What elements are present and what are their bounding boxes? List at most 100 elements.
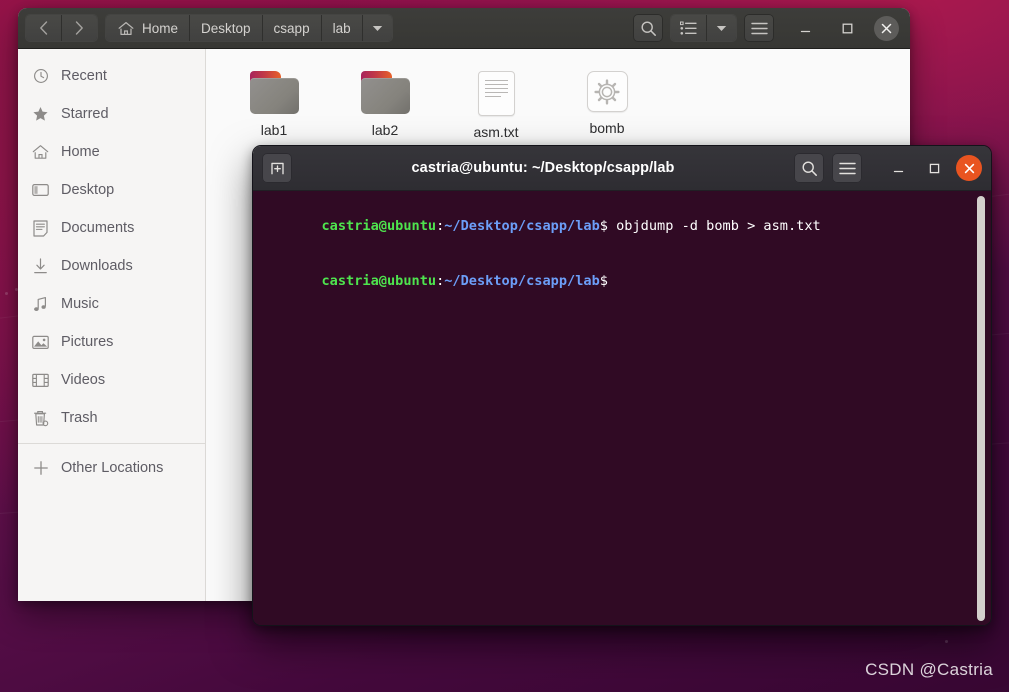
- folder-icon: [360, 71, 410, 114]
- sidebar-item-label: Pictures: [61, 334, 114, 350]
- sidebar-item-label: Desktop: [61, 182, 115, 198]
- terminal-window: castria@ubuntu: ~/Desktop/csapp/lab cast…: [252, 145, 992, 626]
- sidebar-item-label: Trash: [61, 410, 98, 426]
- chevron-down-icon: [372, 25, 382, 31]
- sidebar-item-trash[interactable]: Trash: [18, 399, 205, 437]
- new-tab-icon: [270, 162, 284, 174]
- file-label: lab2: [371, 122, 399, 138]
- sidebar-separator: [18, 443, 205, 444]
- breadcrumb-label: Desktop: [201, 20, 251, 36]
- sidebar-item-documents[interactable]: Documents: [18, 209, 205, 247]
- music-note-icon: [32, 296, 49, 313]
- terminal-user-host: castria@ubuntu: [321, 217, 437, 234]
- terminal-prompt: $: [599, 217, 608, 234]
- wallpaper-dot: [945, 640, 948, 643]
- close-button[interactable]: [874, 15, 899, 41]
- sidebar-item-label: Other Locations: [61, 460, 164, 476]
- terminal-line: castria@ubuntu:~/Desktop/csapp/lab$: [256, 254, 991, 310]
- file-label: lab1: [260, 122, 288, 138]
- sidebar-item-label: Recent: [61, 68, 107, 84]
- breadcrumb-item-lab[interactable]: lab: [321, 15, 363, 41]
- list-view-icon: [680, 21, 697, 35]
- sidebar-item-other-locations[interactable]: Other Locations: [18, 449, 205, 487]
- breadcrumb-label: Home: [142, 20, 179, 36]
- home-icon: [118, 21, 134, 35]
- breadcrumb-item-desktop[interactable]: Desktop: [190, 15, 263, 41]
- sidebar-item-label: Videos: [61, 372, 106, 388]
- sidebar-item-videos[interactable]: Videos: [18, 361, 205, 399]
- terminal-menu-button[interactable]: [832, 153, 862, 183]
- chevron-right-icon: [75, 21, 83, 35]
- document-icon: [32, 219, 49, 237]
- terminal-header: castria@ubuntu: ~/Desktop/csapp/lab: [253, 146, 991, 191]
- watermark: CSDN @Castria: [865, 660, 993, 679]
- main-menu-button[interactable]: [744, 14, 774, 42]
- file-label: bomb: [589, 120, 625, 136]
- sidebar-item-label: Starred: [61, 106, 109, 122]
- breadcrumb-item-csapp[interactable]: csapp: [262, 15, 322, 41]
- terminal-command: objdump -d bomb > asm.txt: [607, 217, 821, 234]
- file-label: asm.txt: [473, 124, 519, 140]
- terminal-prompt: $: [599, 273, 608, 290]
- sidebar-item-home[interactable]: Home: [18, 133, 205, 171]
- executable-gear-icon: [586, 71, 628, 112]
- sidebar-item-starred[interactable]: Starred: [18, 95, 205, 133]
- wallpaper-dot: [5, 292, 8, 295]
- clock-icon: [32, 68, 49, 85]
- forward-button[interactable]: [62, 15, 97, 41]
- navigation-buttons: [25, 14, 98, 42]
- hamburger-menu-icon: [750, 22, 768, 34]
- maximize-button[interactable]: [832, 14, 862, 42]
- home-icon: [32, 144, 49, 161]
- file-item-lab2[interactable]: lab2: [339, 65, 431, 138]
- plus-icon: [32, 460, 49, 477]
- search-icon: [640, 20, 656, 36]
- terminal-minimize-button[interactable]: [884, 154, 912, 182]
- star-icon: [32, 106, 49, 123]
- sidebar-item-recent[interactable]: Recent: [18, 57, 205, 95]
- minimize-icon: [800, 30, 810, 32]
- sidebar-item-downloads[interactable]: Downloads: [18, 247, 205, 285]
- search-button[interactable]: [633, 14, 663, 42]
- sidebar-item-music[interactable]: Music: [18, 285, 205, 323]
- sidebar-item-label: Downloads: [61, 258, 133, 274]
- breadcrumb-dropdown-button[interactable]: [362, 15, 392, 41]
- search-icon: [801, 160, 817, 176]
- sidebar-item-pictures[interactable]: Pictures: [18, 323, 205, 361]
- terminal-path: ~/Desktop/csapp/lab: [444, 273, 600, 290]
- film-icon: [32, 372, 49, 389]
- desktop-icon: [32, 182, 49, 199]
- folder-icon: [249, 71, 299, 114]
- chevron-left-icon: [40, 21, 48, 35]
- breadcrumb-label: csapp: [273, 20, 310, 36]
- terminal-close-button[interactable]: [956, 155, 982, 181]
- file-item-asm-txt[interactable]: asm.txt: [450, 65, 542, 140]
- terminal-maximize-button[interactable]: [920, 154, 948, 182]
- sidebar-item-label: Documents: [61, 220, 135, 236]
- back-button[interactable]: [26, 15, 62, 41]
- file-item-lab1[interactable]: lab1: [228, 65, 320, 138]
- new-tab-button[interactable]: [262, 153, 292, 183]
- desktop: Home Desktop csapp lab Recent Starred Ho…: [0, 0, 1009, 692]
- sidebar-item-desktop[interactable]: Desktop: [18, 171, 205, 209]
- file-manager-header: Home Desktop csapp lab: [18, 8, 910, 49]
- sidebar-item-label: Music: [61, 296, 99, 312]
- list-view-button[interactable]: [671, 15, 707, 41]
- breadcrumb-item-home[interactable]: Home: [106, 15, 191, 41]
- download-icon: [32, 257, 49, 275]
- close-icon: [964, 163, 974, 173]
- breadcrumb-label: lab: [332, 20, 351, 36]
- view-dropdown-button[interactable]: [707, 15, 736, 41]
- terminal-scrollbar[interactable]: [977, 196, 985, 621]
- view-mode-buttons: [670, 14, 737, 42]
- sidebar-item-label: Home: [61, 144, 100, 160]
- terminal-line: castria@ubuntu:~/Desktop/csapp/lab$ objd…: [256, 198, 991, 254]
- picture-icon: [32, 334, 49, 351]
- terminal-search-button[interactable]: [794, 153, 824, 183]
- terminal-body[interactable]: castria@ubuntu:~/Desktop/csapp/lab$ objd…: [253, 191, 991, 625]
- file-item-bomb[interactable]: bomb: [561, 65, 653, 136]
- maximize-icon: [929, 163, 939, 173]
- chevron-down-icon: [716, 25, 727, 31]
- minimize-button[interactable]: [790, 14, 820, 42]
- terminal-path: ~/Desktop/csapp/lab: [444, 217, 600, 234]
